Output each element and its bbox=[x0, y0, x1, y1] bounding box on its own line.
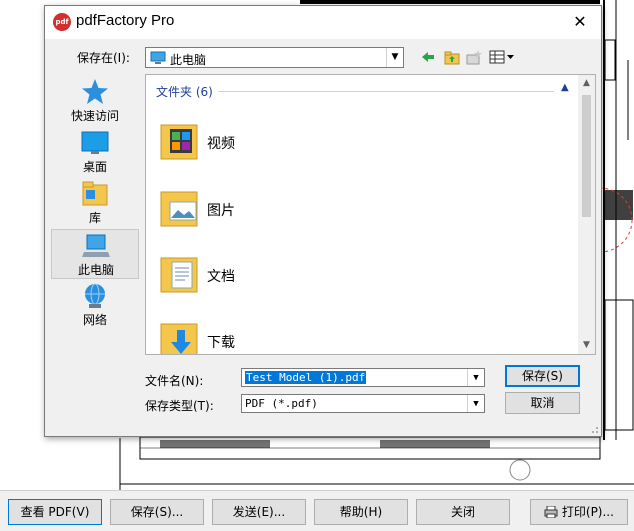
place-label: 桌面 bbox=[82, 160, 107, 174]
place-library[interactable]: 库 bbox=[51, 178, 139, 228]
title-bar: pdf pdfFactory Pro ✕ bbox=[45, 6, 601, 39]
view-pdf-button[interactable]: 查看 PDF(V) bbox=[8, 499, 102, 525]
chevron-down-icon[interactable]: ▼ bbox=[386, 48, 403, 67]
help-button[interactable]: 帮助(H) bbox=[314, 499, 408, 525]
folder-label: 下载 bbox=[207, 335, 235, 351]
printer-icon bbox=[544, 505, 558, 519]
close-window-button[interactable]: ✕ bbox=[559, 6, 601, 38]
back-arrow-icon[interactable] bbox=[419, 48, 437, 66]
send-button[interactable]: 发送(E)... bbox=[212, 499, 306, 525]
place-label: 此电脑 bbox=[77, 263, 114, 277]
folder-label: 视频 bbox=[207, 136, 235, 152]
group-header[interactable]: 文件夹 (6) bbox=[156, 83, 213, 100]
save-in-value: 此电脑 bbox=[170, 53, 207, 67]
library-icon bbox=[82, 181, 108, 206]
file-type-select[interactable]: PDF (*.pdf) ▼ bbox=[241, 394, 485, 413]
folder-label: 图片 bbox=[207, 203, 235, 219]
folder-item-videos[interactable]: 视频 bbox=[158, 119, 358, 169]
cancel-button[interactable]: 取消 bbox=[505, 392, 580, 414]
file-type-value: PDF (*.pdf) bbox=[245, 397, 318, 410]
network-icon bbox=[85, 283, 105, 308]
computer-icon bbox=[82, 234, 110, 257]
print-button[interactable]: 打印(P)... bbox=[530, 499, 628, 525]
save-dialog: pdf pdfFactory Pro ✕ 保存在(I): 此电脑 ▼ 快速访问 … bbox=[44, 5, 602, 437]
main-action-bar: 查看 PDF(V) 保存(S)... 发送(E)... 帮助(H) 关闭 打印(… bbox=[0, 490, 634, 531]
file-name-label: 文件名(N): bbox=[145, 374, 204, 388]
chevron-up-icon[interactable]: ▲ bbox=[561, 82, 569, 93]
chevron-down-icon[interactable]: ▼ bbox=[467, 369, 484, 386]
up-folder-icon[interactable] bbox=[443, 48, 461, 66]
save-in-dropdown[interactable]: 此电脑 ▼ bbox=[145, 47, 404, 68]
vertical-scrollbar[interactable]: ▲ ▼ bbox=[578, 75, 595, 354]
place-label: 库 bbox=[88, 211, 101, 225]
group-divider bbox=[218, 91, 554, 92]
print-button-label: 打印(P)... bbox=[561, 505, 614, 519]
close-main-button[interactable]: 关闭 bbox=[416, 499, 510, 525]
scroll-down-icon[interactable]: ▼ bbox=[578, 337, 595, 354]
folder-label: 文档 bbox=[207, 269, 235, 285]
folder-item-pictures[interactable]: 图片 bbox=[158, 186, 358, 236]
view-menu-icon[interactable] bbox=[489, 48, 517, 66]
desktop-icon bbox=[81, 131, 109, 154]
save-button[interactable]: 保存(S) bbox=[505, 365, 580, 387]
computer-icon bbox=[150, 51, 166, 64]
place-desktop[interactable]: 桌面 bbox=[51, 127, 139, 177]
resize-grip-icon[interactable] bbox=[589, 424, 599, 434]
folder-item-downloads[interactable]: 下载 bbox=[158, 318, 358, 354]
save-in-label: 保存在(I): bbox=[77, 51, 130, 65]
scrollbar-thumb[interactable] bbox=[582, 95, 591, 217]
downloads-folder-icon bbox=[160, 323, 198, 354]
file-name-value: Test Model (1).pdf bbox=[245, 371, 367, 384]
file-list[interactable]: 文件夹 (6) ▲ 视频 图片 文档 下载 ▲ ▼ bbox=[145, 74, 596, 355]
place-label: 快速访问 bbox=[70, 109, 119, 123]
scroll-up-icon[interactable]: ▲ bbox=[578, 75, 595, 92]
videos-folder-icon bbox=[160, 124, 198, 160]
places-bar: 快速访问 桌面 库 此电脑 网络 bbox=[51, 74, 141, 364]
pdffactory-app-icon: pdf bbox=[53, 13, 71, 31]
place-this-pc[interactable]: 此电脑 bbox=[51, 229, 139, 279]
place-label: 网络 bbox=[82, 313, 107, 327]
save-main-button[interactable]: 保存(S)... bbox=[110, 499, 204, 525]
place-network[interactable]: 网络 bbox=[51, 280, 139, 330]
file-name-input[interactable]: Test Model (1).pdf ▼ bbox=[241, 368, 485, 387]
place-quick-access[interactable]: 快速访问 bbox=[51, 76, 139, 126]
pictures-folder-icon bbox=[160, 191, 198, 227]
documents-folder-icon bbox=[160, 257, 198, 293]
new-folder-icon[interactable] bbox=[465, 48, 483, 66]
folder-item-documents[interactable]: 文档 bbox=[158, 252, 358, 302]
chevron-down-icon[interactable]: ▼ bbox=[467, 395, 484, 412]
window-title: pdfFactory Pro bbox=[76, 12, 175, 29]
star-icon bbox=[82, 79, 108, 104]
file-type-label: 保存类型(T): bbox=[145, 399, 214, 413]
